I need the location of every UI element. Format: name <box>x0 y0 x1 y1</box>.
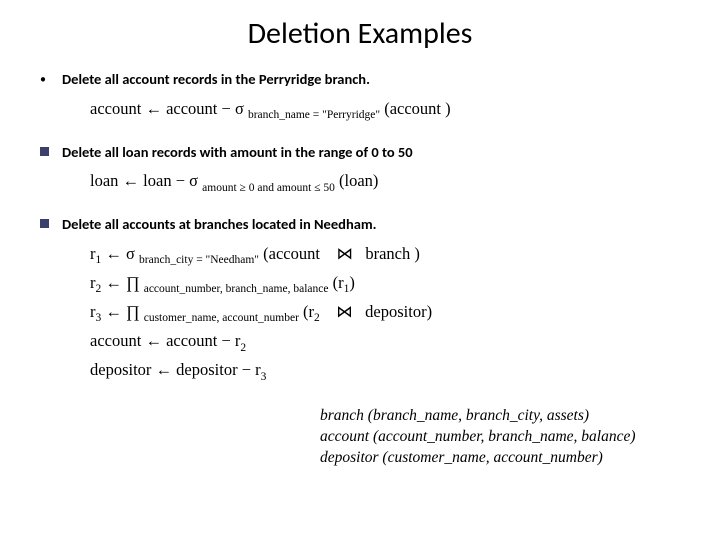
item-body: Delete all accounts at branches located … <box>62 215 680 398</box>
expression: loan ← loan − σ amount ≥ 0 and amount ≤ … <box>62 168 680 197</box>
expression-line: depositor ← depositor − r3 <box>90 357 680 386</box>
expression: r1 ← σ branch_city = "Needham" (account … <box>62 241 680 387</box>
item-body: Delete all loan records with amount in t… <box>62 143 680 210</box>
slide: Deletion Examples • Delete all account r… <box>0 0 720 489</box>
slide-content: • Delete all account records in the Perr… <box>40 70 680 469</box>
bullet-dot-icon: • <box>40 70 62 137</box>
list-item: • Delete all account records in the Perr… <box>40 70 680 137</box>
schema-line: depositor (customer_name, account_number… <box>320 448 680 469</box>
item-description: Delete all loan records with amount in t… <box>62 143 680 163</box>
schema-line: account (account_number, branch_name, ba… <box>320 427 680 448</box>
item-description: Delete all accounts at branches located … <box>62 215 680 235</box>
list-item: Delete all accounts at branches located … <box>40 215 680 398</box>
item-description: Delete all account records in the Perryr… <box>62 70 680 90</box>
expression-line: r1 ← σ branch_city = "Needham" (account … <box>90 241 680 270</box>
item-body: Delete all account records in the Perryr… <box>62 70 680 137</box>
bullet-square-icon <box>40 215 62 398</box>
expression: account ← account − σ branch_name = "Per… <box>62 96 680 125</box>
expression-line: r3 ← ∏ customer_name, account_number (r2… <box>90 299 680 357</box>
schema-definitions: branch (branch_name, branch_city, assets… <box>320 406 680 469</box>
list-item: Delete all loan records with amount in t… <box>40 143 680 210</box>
expression-line: r2 ← ∏ account_number, branch_name, bala… <box>90 270 680 299</box>
bullet-square-icon <box>40 143 62 210</box>
schema-line: branch (branch_name, branch_city, assets… <box>320 406 680 427</box>
slide-title: Deletion Examples <box>40 15 680 52</box>
